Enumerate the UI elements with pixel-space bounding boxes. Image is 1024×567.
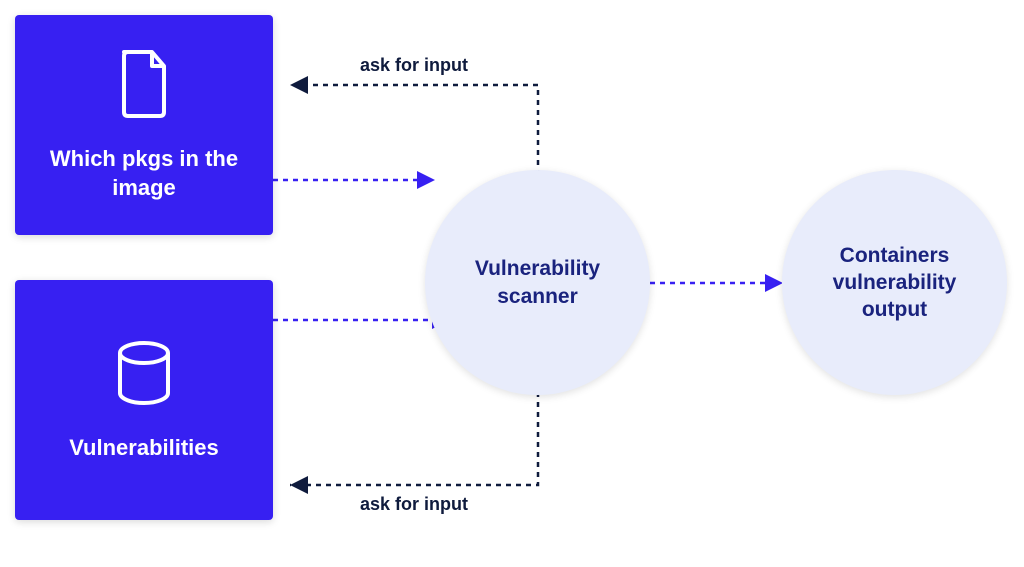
output-label: Containers vulnerability output — [782, 242, 1007, 324]
database-icon — [112, 337, 176, 414]
pkgs-box-label: Which pkgs in the image — [15, 145, 273, 202]
edge-label-bottom: ask for input — [360, 494, 468, 515]
vulns-box-label: Vulnerabilities — [49, 434, 239, 463]
pkgs-box: Which pkgs in the image — [15, 15, 273, 235]
document-icon — [114, 48, 174, 125]
edge-label-top: ask for input — [360, 55, 468, 76]
output-circle: Containers vulnerability output — [782, 170, 1007, 395]
scanner-label: Vulnerability scanner — [425, 255, 650, 310]
vulns-box: Vulnerabilities — [15, 280, 273, 520]
scanner-circle: Vulnerability scanner — [425, 170, 650, 395]
